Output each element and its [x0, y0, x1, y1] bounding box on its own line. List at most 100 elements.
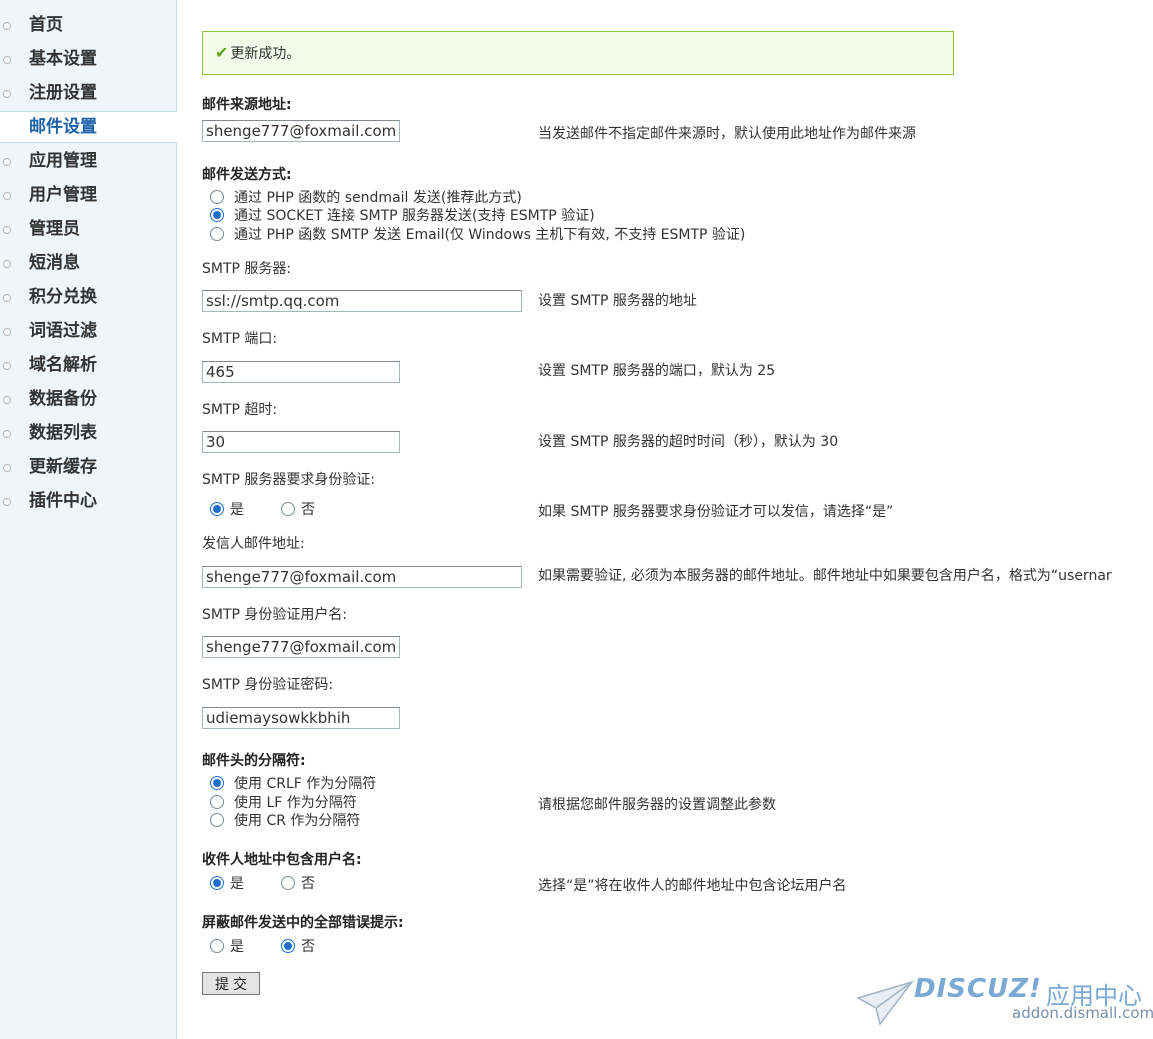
separator-option-cr[interactable]: 使用 CR 作为分隔符	[210, 812, 360, 830]
sidebar-item-user-management[interactable]: 用户管理	[0, 178, 176, 212]
watermark: DISCUZ! 应用中心 addon.dismall.com	[856, 972, 1153, 1028]
sidebar-item-label: 词语过滤	[29, 321, 97, 341]
sidebar-item-label: 数据备份	[29, 389, 97, 409]
auth-username-label: SMTP 身份验证用户名:	[202, 607, 348, 623]
sidebar-item-label: 首页	[29, 15, 63, 35]
silent-errors-label: 屏蔽邮件发送中的全部错误提示:	[202, 915, 404, 931]
sidebar-item-label: 更新缓存	[29, 457, 97, 477]
watermark-brand: DISCUZ!	[914, 974, 1042, 1004]
bullet-icon	[3, 260, 11, 268]
smtp-auth-no[interactable]: 否	[281, 501, 315, 519]
include-username-no[interactable]: 否	[281, 875, 315, 893]
mail-method-option-socket[interactable]: 通过 SOCKET 连接 SMTP 服务器发送(支持 ESMTP 验证)	[210, 207, 595, 225]
auth-password-input[interactable]: udiemaysowkkbhih	[202, 707, 400, 729]
auth-username-input[interactable]: shenge777@foxmail.com	[202, 636, 400, 658]
sender-address-input[interactable]: shenge777@foxmail.com	[202, 566, 522, 588]
sender-address-label: 发信人邮件地址:	[202, 536, 305, 552]
smtp-timeout-input[interactable]: 30	[202, 431, 400, 453]
bullet-icon	[3, 22, 11, 30]
radio-button[interactable]	[210, 795, 224, 809]
paper-plane-icon	[856, 980, 914, 1026]
option-label: 是	[230, 876, 244, 892]
radio-button[interactable]	[210, 502, 224, 516]
smtp-timeout-label: SMTP 超时:	[202, 402, 278, 418]
sidebar: 首页 基本设置 注册设置 邮件设置 应用管理 用户管理 管理员 短消息 积分兑换…	[0, 0, 177, 1039]
include-username-tip: 选择“是”将在收件人的邮件地址中包含论坛用户名	[538, 878, 847, 894]
smtp-server-tip: 设置 SMTP 服务器的地址	[538, 293, 697, 309]
mail-method-label: 邮件发送方式:	[202, 167, 292, 183]
mail-method-option-php-smtp[interactable]: 通过 PHP 函数 SMTP 发送 Email(仅 Windows 主机下有效,…	[210, 226, 745, 244]
smtp-port-label: SMTP 端口:	[202, 331, 278, 347]
sidebar-item-domain-resolution[interactable]: 域名解析	[0, 348, 176, 382]
radio-button[interactable]	[210, 776, 224, 790]
sidebar-item-update-cache[interactable]: 更新缓存	[0, 450, 176, 484]
sidebar-item-mail-settings[interactable]: 邮件设置	[0, 111, 177, 143]
header-separator-label: 邮件头的分隔符:	[202, 753, 306, 769]
include-username-yes[interactable]: 是	[210, 875, 244, 893]
sidebar-item-label: 插件中心	[29, 491, 97, 511]
sidebar-item-home[interactable]: 首页	[0, 8, 176, 42]
smtp-auth-tip: 如果 SMTP 服务器要求身份验证才可以发信，请选择“是”	[538, 504, 894, 520]
radio-button[interactable]	[210, 876, 224, 890]
header-separator-tip: 请根据您邮件服务器的设置调整此参数	[538, 797, 776, 813]
sidebar-item-label: 邮件设置	[29, 117, 97, 137]
sidebar-item-label: 短消息	[29, 253, 80, 273]
auth-password-label: SMTP 身份验证密码:	[202, 677, 334, 693]
sidebar-item-data-backup[interactable]: 数据备份	[0, 382, 176, 416]
radio-button[interactable]	[210, 190, 224, 204]
sidebar-item-data-list[interactable]: 数据列表	[0, 416, 176, 450]
sidebar-item-word-filter[interactable]: 词语过滤	[0, 314, 176, 348]
mail-method-option-sendmail[interactable]: 通过 PHP 函数的 sendmail 发送(推荐此方式)	[210, 189, 522, 207]
mail-from-label: 邮件来源地址:	[202, 97, 292, 113]
option-label: 否	[301, 502, 315, 518]
radio-button[interactable]	[210, 939, 224, 953]
option-label: 是	[230, 502, 244, 518]
submit-button[interactable]: 提交	[202, 972, 260, 995]
option-label: 使用 LF 作为分隔符	[234, 795, 357, 811]
option-label: 通过 SOCKET 连接 SMTP 服务器发送(支持 ESMTP 验证)	[234, 208, 595, 224]
sidebar-item-plugin-center[interactable]: 插件中心	[0, 484, 176, 518]
radio-button[interactable]	[281, 876, 295, 890]
silent-errors-yes[interactable]: 是	[210, 938, 244, 956]
separator-option-crlf[interactable]: 使用 CRLF 作为分隔符	[210, 775, 376, 793]
mail-from-input[interactable]: shenge777@foxmail.com	[202, 120, 400, 142]
silent-errors-no[interactable]: 否	[281, 938, 315, 956]
bullet-icon	[3, 498, 11, 506]
sidebar-item-label: 基本设置	[29, 49, 97, 69]
sidebar-item-label: 积分兑换	[29, 287, 97, 307]
sidebar-item-label: 注册设置	[29, 83, 97, 103]
option-label: 是	[230, 939, 244, 955]
bullet-icon	[3, 430, 11, 438]
sidebar-item-registration-settings[interactable]: 注册设置	[0, 76, 176, 110]
radio-button[interactable]	[210, 208, 224, 222]
smtp-auth-yes[interactable]: 是	[210, 501, 244, 519]
radio-button[interactable]	[281, 939, 295, 953]
smtp-server-input[interactable]: ssl://smtp.qq.com	[202, 290, 522, 312]
option-label: 通过 PHP 函数 SMTP 发送 Email(仅 Windows 主机下有效,…	[234, 227, 746, 243]
bullet-icon	[3, 56, 11, 64]
sidebar-item-credit-exchange[interactable]: 积分兑换	[0, 280, 176, 314]
sender-address-tip: 如果需要验证, 必须为本服务器的邮件地址。邮件地址中如果要包含用户名，格式为“u…	[538, 568, 1112, 584]
separator-option-lf[interactable]: 使用 LF 作为分隔符	[210, 794, 357, 812]
sidebar-item-basic-settings[interactable]: 基本设置	[0, 42, 176, 76]
sidebar-item-label: 应用管理	[29, 151, 97, 171]
option-label: 使用 CRLF 作为分隔符	[234, 776, 377, 792]
option-label: 否	[301, 939, 315, 955]
radio-button[interactable]	[210, 813, 224, 827]
radio-button[interactable]	[210, 227, 224, 241]
option-label: 通过 PHP 函数的 sendmail 发送(推荐此方式)	[234, 190, 522, 206]
smtp-server-label: SMTP 服务器:	[202, 261, 292, 277]
sidebar-item-messages[interactable]: 短消息	[0, 246, 176, 280]
radio-button[interactable]	[281, 502, 295, 516]
bullet-icon	[3, 362, 11, 370]
smtp-auth-label: SMTP 服务器要求身份验证:	[202, 472, 376, 488]
sidebar-item-label: 用户管理	[29, 185, 97, 205]
option-label: 否	[301, 876, 315, 892]
bullet-icon	[3, 158, 11, 166]
sidebar-item-label: 数据列表	[29, 423, 97, 443]
sidebar-item-administrators[interactable]: 管理员	[0, 212, 176, 246]
mail-from-tip: 当发送邮件不指定邮件来源时，默认使用此地址作为邮件来源	[538, 126, 916, 142]
smtp-port-input[interactable]: 465	[202, 361, 400, 383]
success-message: ✔ 更新成功。	[202, 31, 954, 75]
sidebar-item-app-management[interactable]: 应用管理	[0, 144, 176, 178]
